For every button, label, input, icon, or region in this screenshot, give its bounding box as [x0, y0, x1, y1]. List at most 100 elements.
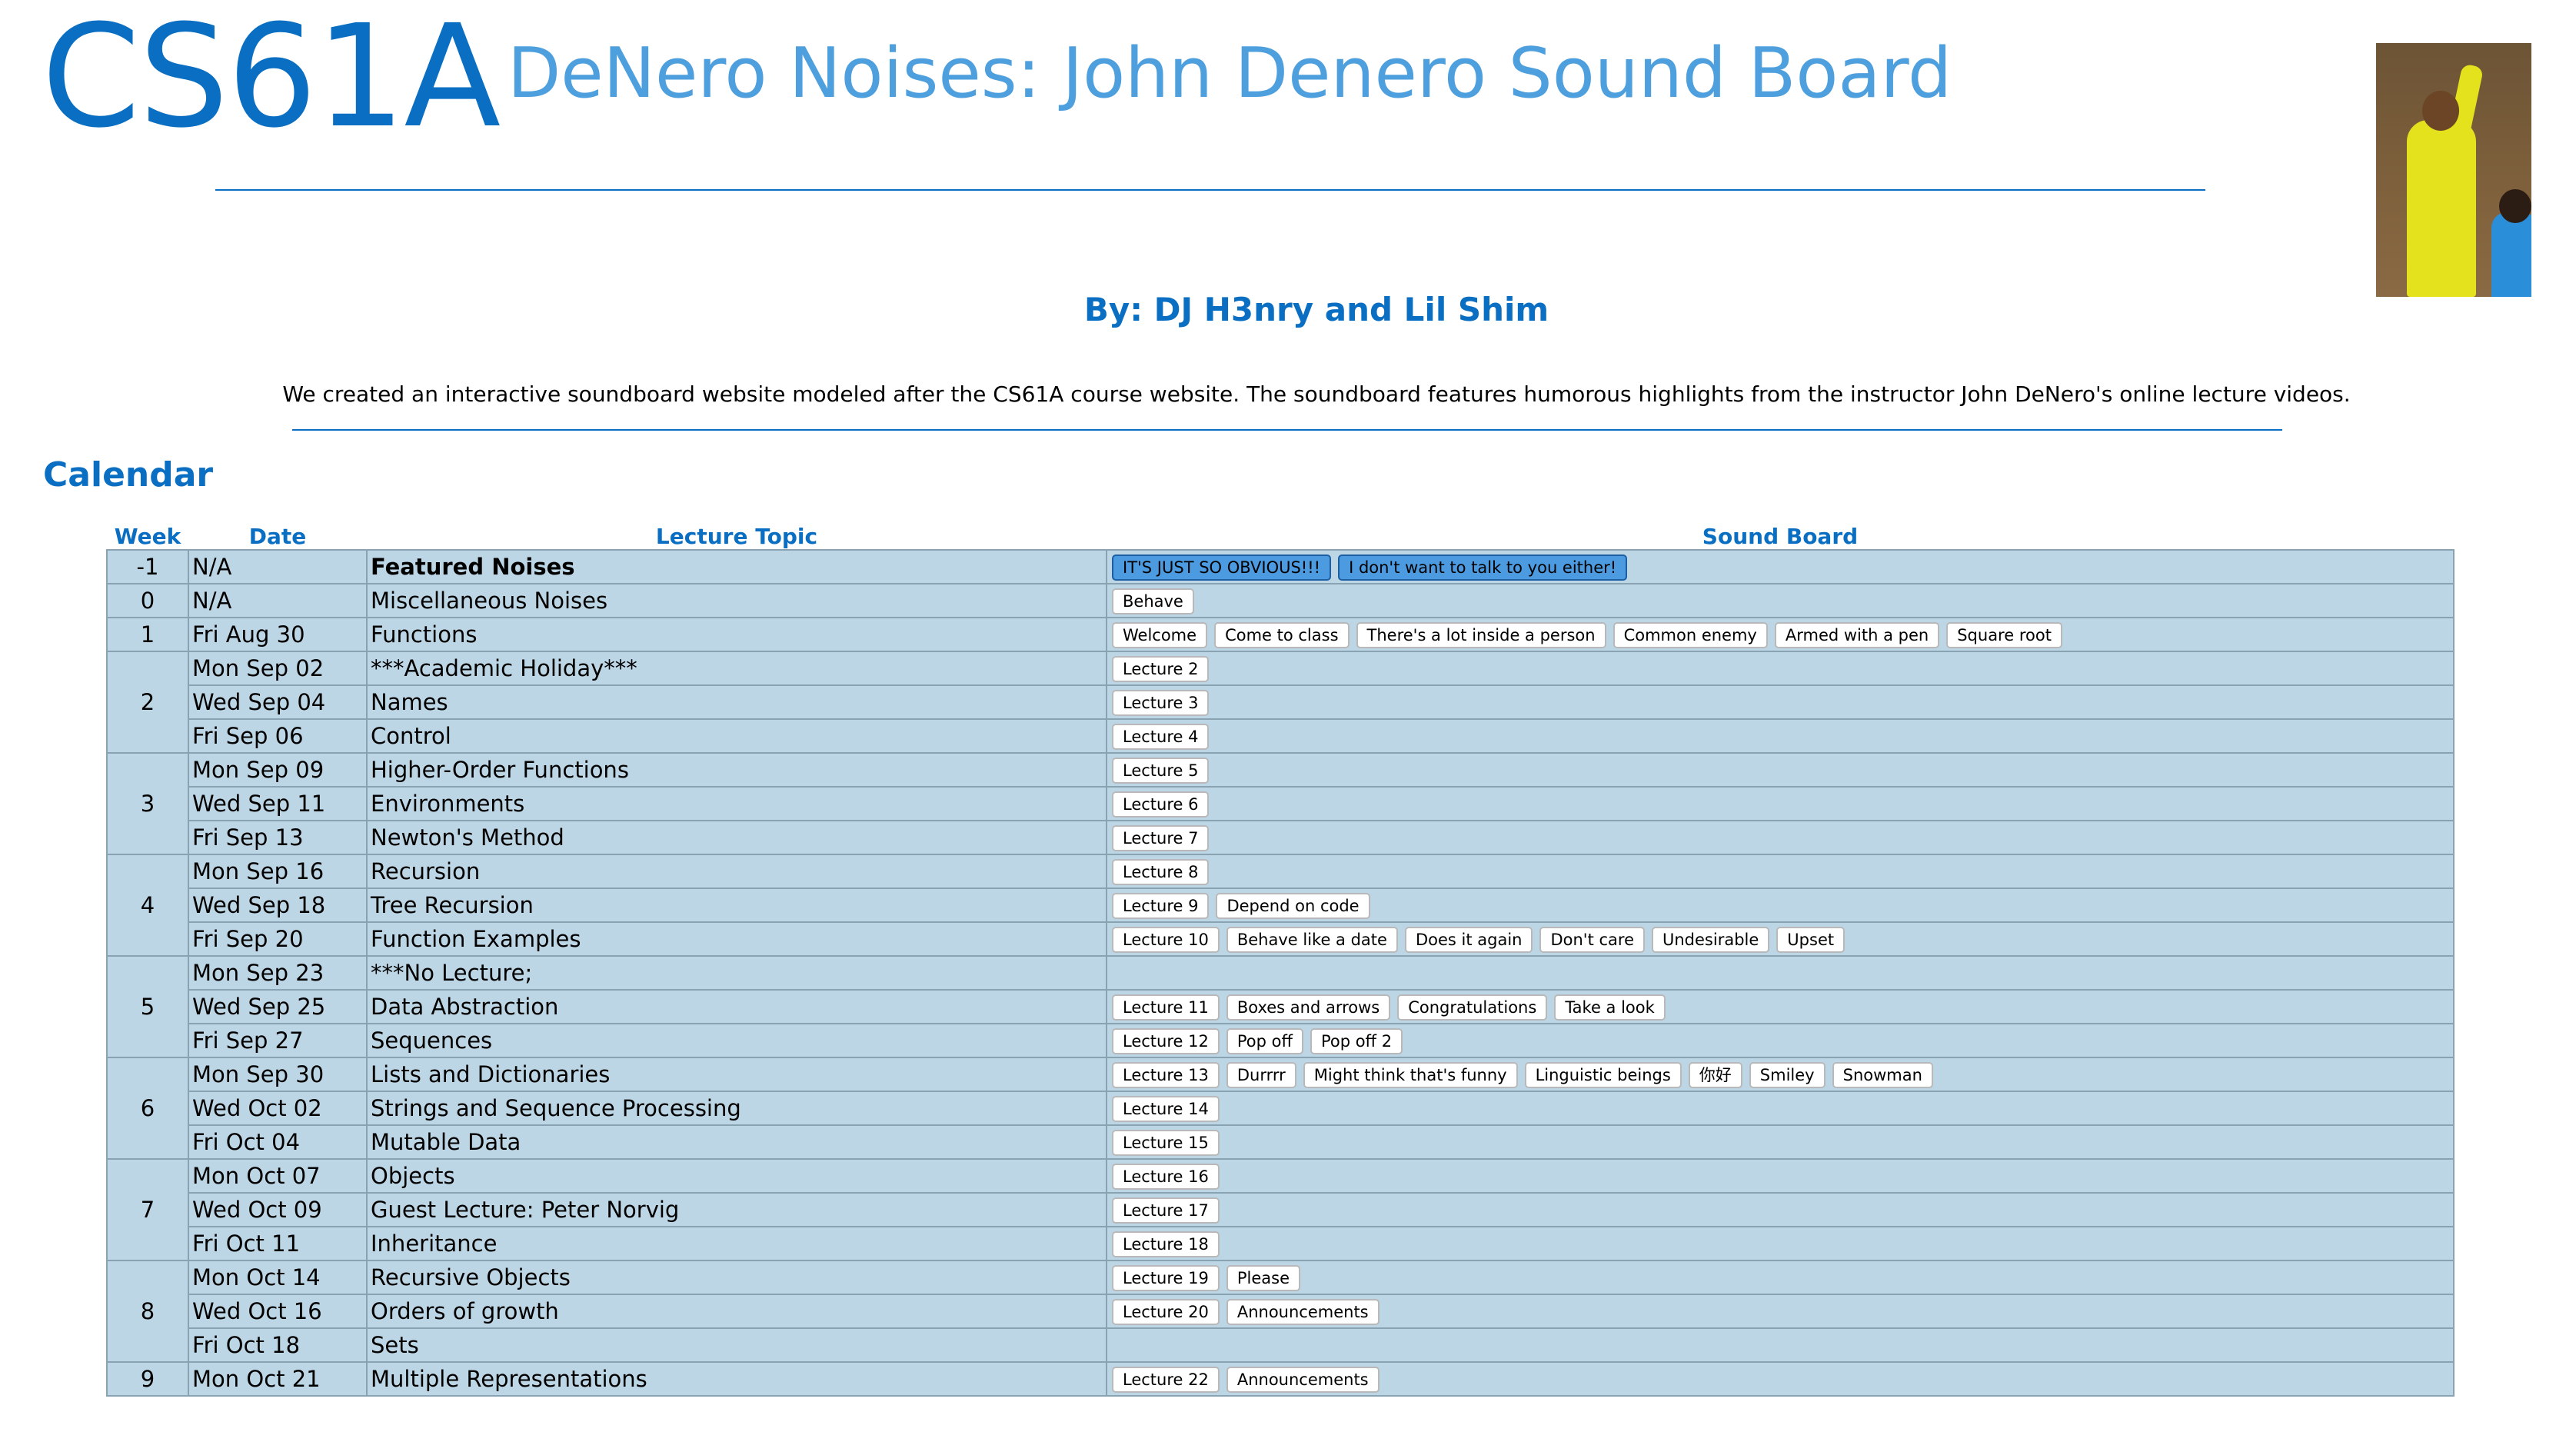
sound-button[interactable]: There's a lot inside a person [1356, 622, 1606, 648]
lecture-date: Fri Oct 11 [188, 1226, 368, 1261]
instructor-head [2422, 91, 2459, 131]
sound-button[interactable]: Lecture 16 [1112, 1164, 1220, 1190]
featured-sound-button[interactable]: IT'S JUST SO OBVIOUS!!! [1112, 554, 1332, 581]
sound-button[interactable]: Lecture 15 [1112, 1130, 1220, 1156]
sound-button[interactable]: Take a look [1554, 994, 1666, 1021]
sound-button[interactable]: Lecture 20 [1112, 1299, 1220, 1325]
sound-button[interactable]: Undesirable [1652, 927, 1770, 953]
sound-button[interactable]: Lecture 14 [1112, 1096, 1220, 1122]
calendar-row: 2 Mon Sep 02 ***Academic Holiday*** Lecture… [106, 651, 2455, 754]
lecture-date: Mon Oct 21 [188, 1361, 368, 1397]
sound-button[interactable]: Lecture 11 [1112, 994, 1220, 1021]
sound-button[interactable]: Smiley [1749, 1062, 1825, 1088]
sound-button[interactable]: 你好 [1688, 1062, 1742, 1088]
calendar-row: 1 Fri Aug 30 Functions Welcome Come to class… [106, 617, 2455, 652]
sound-button[interactable]: Lecture 22 [1112, 1367, 1220, 1393]
lecture-topic: Strings and Sequence Processing [366, 1091, 1107, 1126]
lecture-topic: Guest Lecture: Peter Norvig [366, 1192, 1107, 1227]
sound-button[interactable]: Depend on code [1216, 893, 1370, 919]
week-number: 5 [106, 955, 189, 1058]
sound-board-cell: Lecture 12 Pop off Pop off 2 [1106, 1023, 2455, 1058]
sound-button[interactable]: Lecture 10 [1112, 927, 1220, 953]
lecture-topic: Orders of growth [366, 1294, 1107, 1329]
sound-board-cell: Lecture 10 Behave like a date Does it agai… [1106, 921, 2455, 957]
sound-button[interactable]: Behave like a date [1226, 927, 1398, 953]
lecture-topic: Lists and Dictionaries [366, 1057, 1107, 1092]
sound-board-cell: Lecture 4 [1106, 718, 2455, 754]
sound-button[interactable]: Lecture 7 [1112, 825, 1210, 851]
sound-board-cell: Lecture 22 Announcements [1106, 1361, 2455, 1397]
sound-button[interactable]: Don't care [1539, 927, 1645, 953]
calendar-header-row: Week Date Lecture Topic Sound Board [107, 518, 2454, 550]
sound-board-cell: Lecture 20 Announcements [1106, 1294, 2455, 1329]
sound-button[interactable]: Behave [1112, 588, 1194, 614]
lecture-topic: Multiple Representations [366, 1361, 1107, 1397]
lecture-date: Wed Sep 18 [188, 888, 368, 923]
sound-button[interactable]: Welcome [1112, 622, 1208, 648]
sound-button[interactable]: Lecture 2 [1112, 656, 1210, 682]
week-number: -1 [106, 549, 189, 584]
sound-board-cell: Lecture 19 Please [1106, 1260, 2455, 1295]
calendar-row: Fri Sep 13 Newton's Method Lecture 7 [107, 820, 2455, 855]
lecture-topic: Control [366, 718, 1107, 754]
sound-button[interactable]: Congratulations [1397, 994, 1548, 1021]
sound-button[interactable]: Lecture 9 [1112, 893, 1210, 919]
calendar-row: Fri Oct 18 Sets [107, 1327, 2455, 1363]
sound-button[interactable]: Come to class [1214, 622, 1350, 648]
sound-button[interactable]: Boxes and arrows [1226, 994, 1391, 1021]
site-logo[interactable]: CS61A [42, 6, 501, 148]
calendar-table: Week Date Lecture Topic Sound Board -1 N/… [106, 518, 2455, 1397]
sound-button[interactable]: Lecture 6 [1112, 791, 1210, 818]
calendar-row: Wed Sep 04 Names Lecture 3 [107, 684, 2455, 720]
sound-button[interactable]: Pop off 2 [1310, 1028, 1403, 1054]
lecture-date: Wed Sep 25 [188, 989, 368, 1024]
sound-button[interactable]: Lecture 18 [1112, 1231, 1220, 1257]
sound-board-cell: Lecture 5 [1106, 752, 2455, 788]
sound-button[interactable]: Might think that's funny [1303, 1062, 1518, 1088]
sound-button[interactable]: Durrrr [1226, 1062, 1296, 1088]
lecture-date: Fri Oct 04 [188, 1124, 368, 1160]
sound-board-cell: Lecture 9 Depend on code [1106, 888, 2455, 923]
sound-button[interactable]: Snowman [1832, 1062, 1933, 1088]
sound-board-cell [1106, 955, 2455, 991]
week-number: 1 [106, 617, 189, 652]
lecture-topic: Mutable Data [366, 1124, 1107, 1160]
sound-button[interactable]: Lecture 3 [1112, 690, 1210, 716]
sound-button[interactable]: Lecture 17 [1112, 1197, 1220, 1224]
sound-button[interactable]: Does it again [1404, 927, 1533, 953]
sound-button[interactable]: Lecture 8 [1112, 859, 1210, 885]
calendar-row: 7 Mon Oct 07 Objects Lecture 16 [106, 1158, 2455, 1261]
calendar-row: 5 Mon Sep 23 ***No Lecture; [106, 955, 2455, 1058]
sound-button[interactable]: Lecture 5 [1112, 758, 1210, 784]
sound-board-cell: Lecture 18 [1106, 1226, 2455, 1261]
lecture-topic: ***No Lecture; [366, 955, 1107, 991]
sound-button[interactable]: Announcements [1226, 1299, 1380, 1325]
sound-button[interactable]: Pop off [1226, 1028, 1303, 1054]
week-number: 6 [106, 1057, 189, 1160]
sound-button[interactable]: Common enemy [1612, 622, 1768, 648]
sound-button[interactable]: Lecture 12 [1112, 1028, 1220, 1054]
column-header-sound-board: Sound Board [1702, 524, 1859, 549]
sound-board-cell: Lecture 3 [1106, 684, 2455, 720]
background-person-head [2499, 189, 2531, 223]
instructor-photo [2376, 43, 2531, 297]
calendar-row: Wed Sep 18 Tree Recursion Lecture 9 Depend … [107, 888, 2455, 923]
sound-button[interactable]: Square root [1946, 622, 2062, 648]
lecture-date: N/A [188, 583, 368, 618]
sound-board-cell: Lecture 11 Boxes and arrows Congratulation… [1106, 989, 2455, 1024]
lecture-topic: Featured Noises [366, 549, 1107, 584]
sound-button[interactable]: Announcements [1226, 1367, 1380, 1393]
sound-board-cell: Lecture 13 Durrrr Might think that's funny… [1106, 1057, 2455, 1092]
lecture-date: Mon Sep 30 [188, 1057, 368, 1092]
sound-button[interactable]: Linguistic beings [1524, 1062, 1682, 1088]
sound-button[interactable]: Lecture 13 [1112, 1062, 1220, 1088]
lecture-topic: Environments [366, 786, 1107, 821]
sound-button[interactable]: Please [1226, 1265, 1300, 1291]
sound-button[interactable]: Upset [1776, 927, 1845, 953]
featured-sound-button[interactable]: I don't want to talk to you either! [1338, 554, 1628, 581]
sound-button[interactable]: Armed with a pen [1774, 622, 1940, 648]
sound-button[interactable]: Lecture 19 [1112, 1265, 1220, 1291]
sound-button[interactable]: Lecture 4 [1112, 724, 1210, 750]
sound-board-cell: Lecture 15 [1106, 1124, 2455, 1160]
lecture-date: Mon Sep 16 [188, 854, 368, 889]
